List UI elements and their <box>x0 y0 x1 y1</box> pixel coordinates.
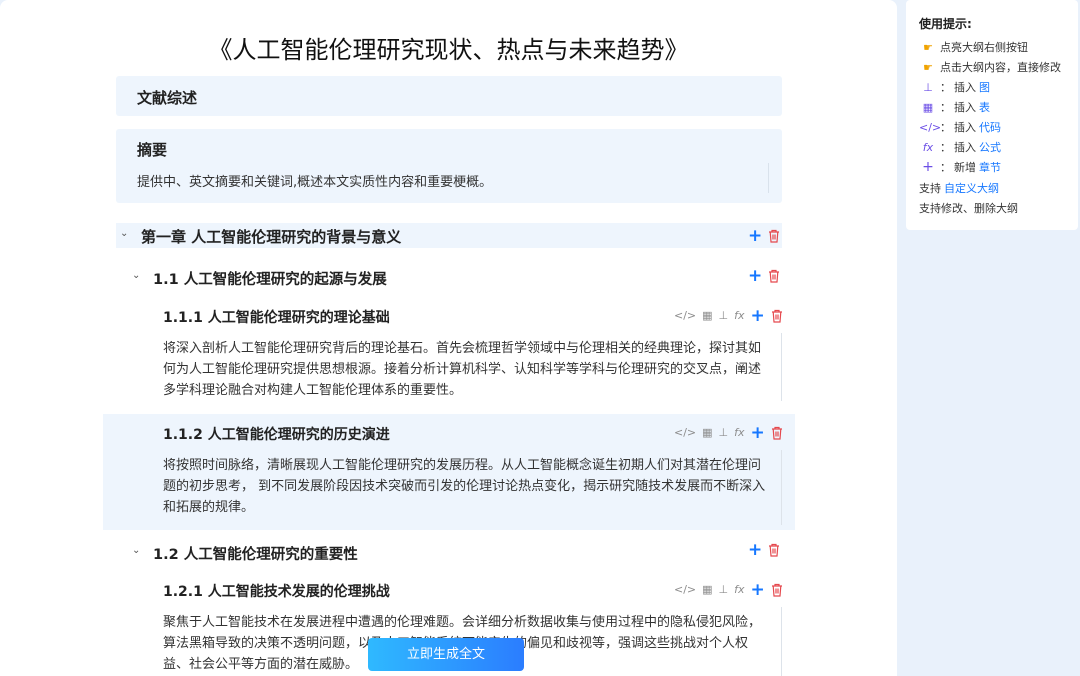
tip-item: ☛ 点击大纲内容，直接修改 <box>919 59 1061 75</box>
plus-icon[interactable]: + <box>751 581 765 599</box>
plus-icon[interactable]: + <box>751 424 765 442</box>
table-icon: ▦ <box>922 100 934 114</box>
pointing-hand-icon: ☛ <box>923 60 933 74</box>
hierarchy-icon[interactable]: ⊥ <box>719 581 729 599</box>
tip-item: ▦ ：插入表 <box>919 99 990 115</box>
subsection-actions: </> ▦ ⊥ fx + <box>674 581 783 599</box>
chapter-title[interactable]: 第一章 人工智能伦理研究的背景与意义 <box>141 226 401 247</box>
trash-icon[interactable] <box>771 583 783 597</box>
plus-icon[interactable]: + <box>751 307 765 325</box>
custom-outline-link[interactable]: 自定义大纲 <box>944 180 999 196</box>
chevron-down-icon[interactable]: ⌄ <box>132 270 140 281</box>
divider <box>781 607 782 676</box>
divider <box>768 163 769 193</box>
hierarchy-icon[interactable]: ⊥ <box>719 424 729 442</box>
subsection-content[interactable]: 将按照时间脉络，清晰展现人工智能伦理研究的发展历程。从人工智能概念诞生初期人们对… <box>163 455 769 518</box>
divider <box>781 333 782 401</box>
trash-icon[interactable] <box>768 229 780 243</box>
section-actions: + <box>748 267 780 285</box>
document-title[interactable]: 《人工智能伦理研究现状、热点与未来趋势》 <box>0 30 897 65</box>
plus-icon: + <box>922 159 934 175</box>
fx-icon[interactable]: fx <box>734 581 744 599</box>
tips-title: 使用提示: <box>919 17 972 31</box>
code-icon[interactable]: </> <box>674 307 696 325</box>
code-icon[interactable]: </> <box>674 581 696 599</box>
tip-item: 支持修改、删除大纲 <box>919 202 1018 215</box>
fx-icon[interactable]: fx <box>734 307 744 325</box>
trash-icon[interactable] <box>771 426 783 440</box>
outline-editor: 《人工智能伦理研究现状、热点与未来趋势》 文献综述 摘要 提供中、英文摘要和关键… <box>0 0 897 676</box>
tip-item: + ：新增 章节 <box>919 159 1001 175</box>
subsection-content[interactable]: 将深入剖析人工智能伦理研究背后的理论基石。首先会梳理哲学领域中与伦理相关的经典理… <box>163 338 769 401</box>
subsection-actions: </> ▦ ⊥ fx + <box>674 424 783 442</box>
chapter-row[interactable]: ⌄ 第一章 人工智能伦理研究的背景与意义 <box>116 223 782 248</box>
tip-item: fx ：插入 公式 <box>919 139 1001 155</box>
tip-item: ☛ 点亮大纲右侧按钮 <box>919 39 1028 55</box>
tip-item: 支持 自定义大纲 <box>919 180 999 196</box>
tip-item: ⊥ ：插入图 <box>919 79 990 95</box>
trash-icon[interactable] <box>771 309 783 323</box>
chevron-down-icon[interactable]: ⌄ <box>132 545 140 556</box>
chapter-actions: + <box>748 227 780 245</box>
subsection-title[interactable]: 1.2.1 人工智能技术发展的伦理挑战 <box>163 581 390 601</box>
literature-review-block[interactable]: 文献综述 <box>116 76 782 116</box>
plus-icon[interactable]: + <box>748 227 762 245</box>
fx-icon[interactable]: fx <box>734 424 744 442</box>
plus-icon[interactable]: + <box>748 267 762 285</box>
pointing-hand-icon: ☛ <box>923 40 933 54</box>
trash-icon[interactable] <box>768 269 780 283</box>
table-icon[interactable]: ▦ <box>702 581 712 599</box>
section-title[interactable]: 1.2 人工智能伦理研究的重要性 <box>153 543 358 564</box>
abstract-block[interactable]: 摘要 提供中、英文摘要和关键词,概述本文实质性内容和重要梗概。 <box>116 129 782 203</box>
hierarchy-icon[interactable]: ⊥ <box>719 307 729 325</box>
abstract-description: 提供中、英文摘要和关键词,概述本文实质性内容和重要梗概。 <box>137 175 493 190</box>
subsection-title[interactable]: 1.1.1 人工智能伦理研究的理论基础 <box>163 307 390 327</box>
trash-icon[interactable] <box>768 543 780 557</box>
subsection-actions: </> ▦ ⊥ fx + <box>674 307 783 325</box>
code-icon[interactable]: </> <box>674 424 696 442</box>
usage-tips-panel: 使用提示: ☛ 点亮大纲右侧按钮 ☛ 点击大纲内容，直接修改 ⊥ ：插入图 ▦ … <box>906 0 1078 230</box>
generate-full-text-button[interactable]: 立即生成全文 <box>368 638 524 671</box>
hierarchy-icon: ⊥ <box>923 80 933 94</box>
chevron-down-icon[interactable]: ⌄ <box>120 228 128 239</box>
table-icon[interactable]: ▦ <box>702 307 712 325</box>
subsection-title[interactable]: 1.1.2 人工智能伦理研究的历史演进 <box>163 424 390 444</box>
literature-review-label: 文献综述 <box>137 89 198 107</box>
plus-icon[interactable]: + <box>748 541 762 559</box>
fx-icon: fx <box>922 140 934 154</box>
divider <box>781 450 782 525</box>
abstract-heading: 摘要 <box>137 141 168 159</box>
section-actions: + <box>748 541 780 559</box>
code-icon: </> <box>919 120 942 134</box>
section-title[interactable]: 1.1 人工智能伦理研究的起源与发展 <box>153 268 387 289</box>
tip-item: </> ：插入 代码 <box>919 120 1001 135</box>
table-icon[interactable]: ▦ <box>702 424 712 442</box>
